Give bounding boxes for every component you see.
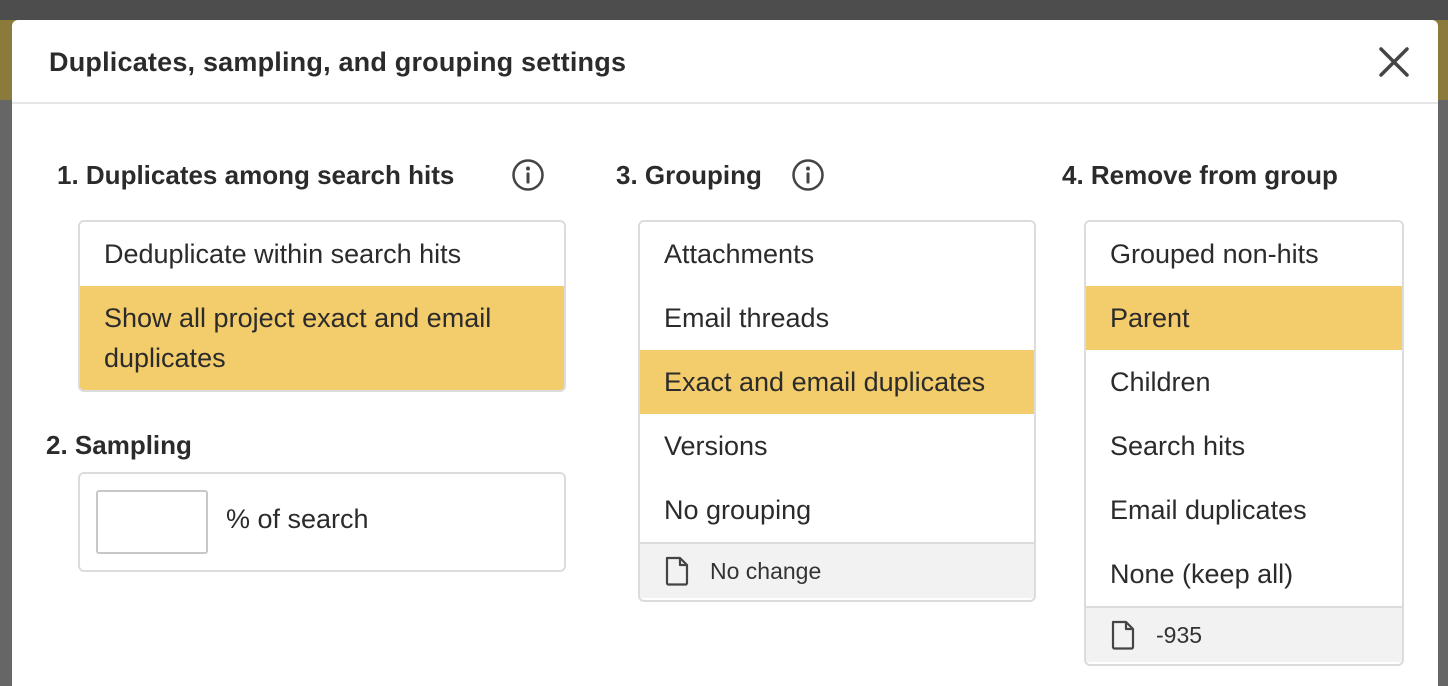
settings-dialog: Duplicates, sampling, and grouping setti… [12, 20, 1438, 686]
grouping-listbox: Attachments Email threads Exact and emai… [638, 220, 1036, 602]
duplicates-info-icon[interactable] [511, 158, 545, 192]
sampling-percent-input[interactable] [96, 490, 208, 554]
sampling-title: 2. Sampling [46, 430, 192, 460]
document-icon [664, 556, 690, 586]
option-deduplicate[interactable]: Deduplicate within search hits [80, 222, 564, 286]
option-no-grouping[interactable]: No grouping [640, 478, 1034, 542]
close-icon [1379, 47, 1409, 77]
sampling-box: % of search [78, 472, 566, 572]
option-children[interactable]: Children [1086, 350, 1402, 414]
option-show-all-duplicates[interactable]: Show all project exact and email duplica… [80, 286, 564, 390]
duplicates-title: 1. Duplicates among search hits [57, 160, 455, 190]
grouping-footer: No change [640, 542, 1034, 598]
option-email-threads[interactable]: Email threads [640, 286, 1034, 350]
option-none-keep-all[interactable]: None (keep all) [1086, 542, 1402, 606]
grouping-footer-text: No change [710, 557, 822, 584]
backdrop-topbar [0, 0, 1448, 20]
remove-listbox: Grouped non-hits Parent Children Search … [1084, 220, 1404, 666]
option-versions[interactable]: Versions [640, 414, 1034, 478]
option-exact-email-duplicates[interactable]: Exact and email duplicates [640, 350, 1034, 414]
option-email-duplicates[interactable]: Email duplicates [1086, 478, 1402, 542]
close-button[interactable] [1376, 44, 1412, 80]
grouping-title: 3. Grouping [616, 160, 762, 190]
remove-footer-text: -935 [1156, 621, 1203, 648]
option-search-hits[interactable]: Search hits [1086, 414, 1402, 478]
duplicates-listbox: Deduplicate within search hits Show all … [78, 220, 566, 392]
remove-footer: -935 [1086, 606, 1402, 662]
dialog-title: Duplicates, sampling, and grouping setti… [49, 47, 627, 77]
option-attachments[interactable]: Attachments [640, 222, 1034, 286]
dialog-header: Duplicates, sampling, and grouping setti… [12, 20, 1438, 104]
option-grouped-non-hits[interactable]: Grouped non-hits [1086, 222, 1402, 286]
remove-title: 4. Remove from group [1062, 160, 1338, 190]
option-parent[interactable]: Parent [1086, 286, 1402, 350]
sampling-unit-label: % of search [226, 504, 369, 534]
grouping-info-icon[interactable] [791, 158, 825, 192]
document-icon [1110, 620, 1136, 650]
